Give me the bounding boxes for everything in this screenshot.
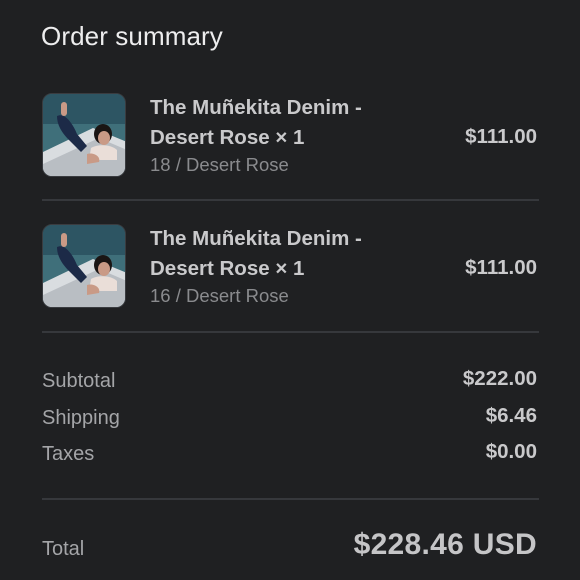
product-price: $111.00 (465, 125, 537, 148)
divider (42, 498, 539, 500)
shipping-value: $6.46 (485, 404, 537, 427)
total-row: Total $228.46 USD (42, 528, 539, 566)
shipping-row: Shipping $6.46 (42, 404, 539, 435)
line-item: The Muñekita Denim - Desert Rose × 1 16 … (42, 221, 539, 331)
product-name: The Muñekita Denim - Desert Rose × 1 (150, 227, 362, 280)
order-summary-panel: Order summary The Muñekita Denim - Deser… (0, 0, 580, 580)
product-thumbnail (42, 224, 126, 308)
taxes-row: Taxes $0.00 (42, 440, 539, 471)
taxes-label: Taxes (42, 443, 95, 465)
product-thumbnail (42, 93, 126, 177)
total-value: $228.46 USD (353, 528, 537, 561)
subtotal-row: Subtotal $222.00 (42, 367, 539, 398)
line-item: The Muñekita Denim - Desert Rose × 1 18 … (42, 90, 539, 200)
order-summary-title: Order summary (41, 21, 223, 51)
divider (42, 331, 539, 333)
product-name: The Muñekita Denim - Desert Rose × 1 (150, 96, 362, 149)
subtotal-label: Subtotal (42, 370, 116, 392)
product-price: $111.00 (465, 256, 537, 279)
product-variant: 16 / Desert Rose (150, 285, 289, 306)
product-variant: 18 / Desert Rose (150, 154, 289, 175)
shipping-label: Shipping (42, 407, 120, 429)
divider (42, 199, 539, 201)
total-label: Total (42, 538, 85, 560)
subtotal-value: $222.00 (462, 367, 537, 390)
taxes-value: $0.00 (485, 440, 537, 463)
